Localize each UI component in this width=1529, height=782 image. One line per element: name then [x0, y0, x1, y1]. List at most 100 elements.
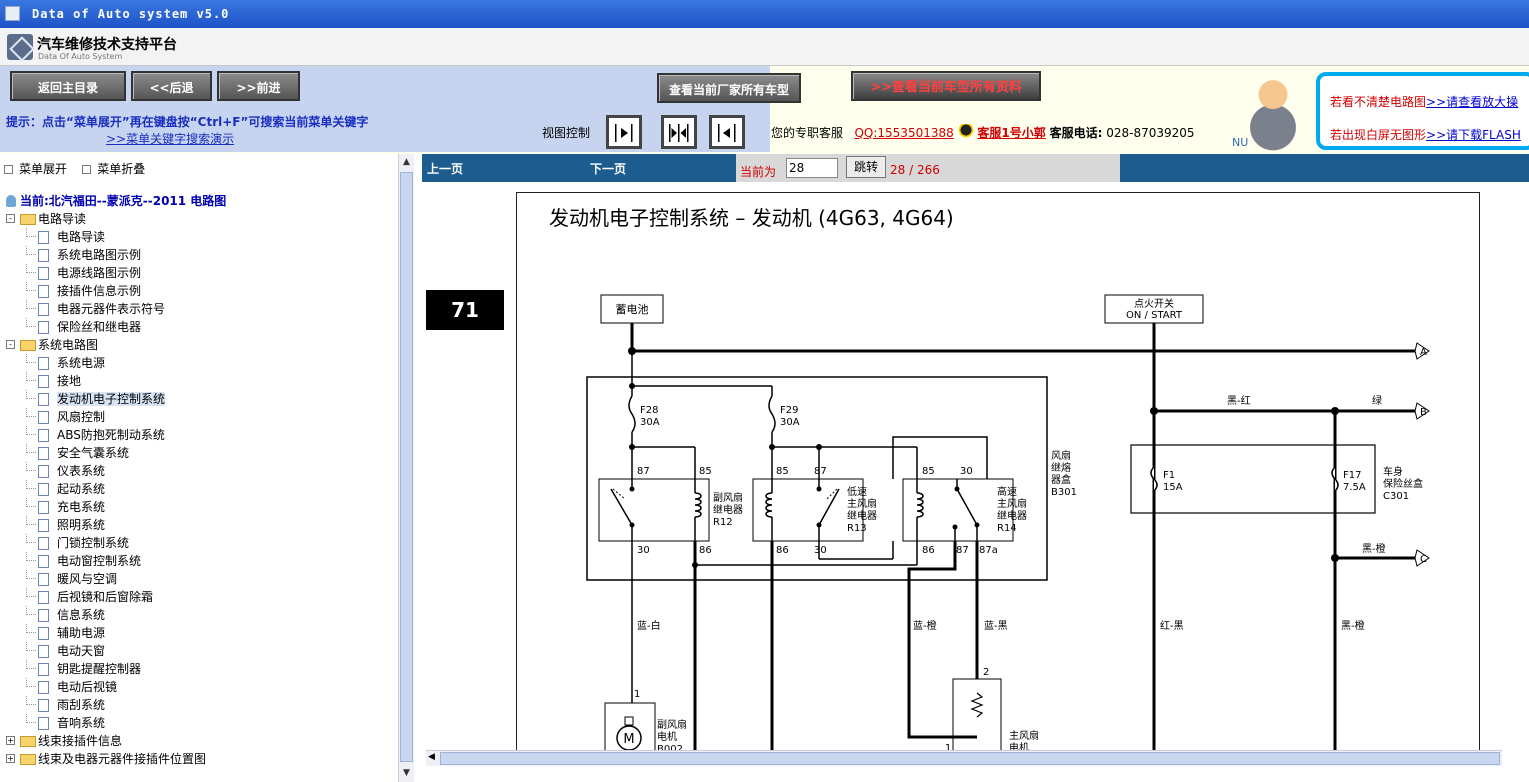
tree-line — [26, 372, 36, 381]
menu-item[interactable]: 信息系统 — [4, 606, 396, 624]
home-button[interactable]: 返回主目录 — [10, 71, 126, 101]
menu-item[interactable]: 仪表系统 — [4, 462, 396, 480]
menu-item[interactable]: 发动机电子控制系统 — [4, 390, 396, 408]
scroll-down-icon[interactable]: ▼ — [401, 768, 412, 779]
menu-item[interactable]: 充电系统 — [4, 498, 396, 516]
service-agent-link[interactable]: 客服1号小郭 — [977, 126, 1045, 140]
document-icon — [38, 717, 49, 730]
tree-line — [26, 246, 36, 255]
expand-right-view-button[interactable] — [606, 115, 642, 149]
fuse-f17-symbol — [1331, 466, 1339, 492]
service-prefix: 您的专职客服 — [771, 126, 844, 140]
tree-line — [26, 660, 36, 669]
menu-item[interactable]: ABS防抱死制动系统 — [4, 426, 396, 444]
menu-expand-label: 菜单展开 — [19, 162, 68, 176]
menu-collapse-button[interactable]: 菜单折叠 — [82, 162, 145, 176]
flash-download-link[interactable]: >>请下载FLASH — [1426, 128, 1521, 142]
maker-models-button[interactable]: 查看当前厂家所有车型 — [657, 73, 801, 103]
menu-folder[interactable]: - 电路导读 — [4, 210, 396, 228]
page-jump-button[interactable]: 跳转 — [846, 156, 886, 178]
menu-item-label: ABS防抱死制动系统 — [57, 428, 165, 442]
menu-item[interactable]: 接地 — [4, 372, 396, 390]
page-number-input[interactable] — [786, 158, 838, 178]
menu-item-label: 雨刮系统 — [57, 698, 106, 712]
wire-blue-orange-label: 蓝-橙 — [913, 619, 937, 632]
brand-subtitle: Data Of Auto System — [38, 52, 123, 61]
menu-item-label: 电路导读 — [57, 230, 106, 244]
f1-rating: 15A — [1163, 482, 1183, 493]
tree-toggle-icon[interactable]: + — [6, 754, 15, 763]
r13-label-2: 主风扇 — [847, 497, 877, 510]
diagram-scrollbar[interactable]: ◀ — [426, 750, 1502, 766]
wiring-diagram-svg: 发动机电子控制系统 – 发动机 (4G63, 4G64) 蓄电池 点火开关 ON… — [549, 206, 1430, 751]
menu-tree: 当前:北汽福田--蒙派克--2011 电路图 - 电路导读 电路导读 系统电路图示例电… — [4, 192, 396, 768]
menu-item[interactable]: 电动窗控制系统 — [4, 552, 396, 570]
menu-item[interactable]: 门锁控制系统 — [4, 534, 396, 552]
search-demo-link[interactable]: >>菜单关键字搜索演示 — [106, 130, 234, 147]
next-page-link[interactable]: 下一页 — [590, 160, 626, 177]
diagram-scroll-thumb[interactable] — [440, 752, 1500, 765]
menu-scrollbar[interactable]: ▲ ▼ — [398, 154, 414, 782]
split-view-button[interactable] — [661, 115, 697, 149]
menu-item-label: 音响系统 — [57, 716, 106, 730]
tree-line — [26, 408, 36, 417]
prev-page-link[interactable]: 上一页 — [427, 160, 463, 177]
menu-folder-label: 线束及电器元器件接插件位置图 — [38, 752, 207, 766]
aux-motor-pin-1: 1 — [634, 689, 640, 700]
menu-item[interactable]: 音响系统 — [4, 714, 396, 732]
document-icon — [38, 375, 49, 388]
menu-item[interactable]: 风扇控制 — [4, 408, 396, 426]
fuse-f28-symbol — [628, 395, 636, 433]
menu-scroll-thumb[interactable] — [400, 172, 413, 762]
menu-item[interactable]: 钥匙提醒控制器 — [4, 660, 396, 678]
menu-item-label: 电动天窗 — [57, 644, 106, 658]
menu-item[interactable]: 系统电路图示例 — [4, 246, 396, 264]
menu-expand-button[interactable]: 菜单展开 — [4, 162, 67, 176]
document-icon — [38, 411, 49, 424]
menu-folder[interactable]: - 系统电路图 — [4, 336, 396, 354]
model-data-button[interactable]: >>查看当前车型所有资料 — [851, 71, 1041, 101]
r12-pin-87: 87 — [637, 466, 650, 477]
f29-name: F29 — [780, 405, 798, 416]
scroll-left-icon[interactable]: ◀ — [428, 752, 435, 762]
forward-button[interactable]: >>前进 — [217, 71, 300, 101]
fan-box-label-4: B301 — [1051, 487, 1077, 498]
back-button[interactable]: <<后退 — [131, 71, 212, 101]
zoom-hint-text: 若看不清楚电路图 — [1330, 95, 1427, 109]
menu-item[interactable]: 辅助电源 — [4, 624, 396, 642]
menu-item[interactable]: 接插件信息示例 — [4, 282, 396, 300]
tree-toggle-icon[interactable]: - — [6, 214, 15, 223]
wire-red-black-label: 红-黑 — [1160, 619, 1184, 632]
zoom-help-link[interactable]: >>请查看放大操 — [1426, 95, 1518, 109]
r14-label-4: R14 — [997, 523, 1017, 534]
menu-item[interactable]: 后视镜和后窗除霜 — [4, 588, 396, 606]
menu-item[interactable]: 电源线路图示例 — [4, 264, 396, 282]
menu-item[interactable]: 电路导读 — [4, 228, 396, 246]
menu-item[interactable]: 系统电源 — [4, 354, 396, 372]
scroll-up-icon[interactable]: ▲ — [401, 157, 412, 168]
document-icon — [38, 285, 49, 298]
tree-toggle-icon[interactable]: - — [6, 340, 15, 349]
help-banner: 若看不清楚电路图>>请查看放大操 若出现白屏无图形>>请下载FLASH — [1316, 72, 1529, 150]
menu-item[interactable]: 保险丝和继电器 — [4, 318, 396, 336]
menu-item[interactable]: 电器元器件表示符号 — [4, 300, 396, 318]
expand-left-view-button[interactable] — [709, 115, 745, 149]
menu-folder[interactable]: + 线束接插件信息 — [4, 732, 396, 750]
menu-item[interactable]: 雨刮系统 — [4, 696, 396, 714]
menu-item[interactable]: 暖风与空调 — [4, 570, 396, 588]
menu-item[interactable]: 电动天窗 — [4, 642, 396, 660]
tree-toggle-icon[interactable]: + — [6, 736, 15, 745]
flash-hint-text: 若出现白屏无图形 — [1330, 128, 1427, 142]
menu-folder[interactable]: + 线束及电器元器件接插件位置图 — [4, 750, 396, 768]
menu-item[interactable]: 照明系统 — [4, 516, 396, 534]
menu-item-label: 接插件信息示例 — [57, 284, 142, 298]
menu-item-label: 系统电源 — [57, 356, 106, 370]
folder-icon — [20, 214, 36, 225]
f29-rating: 30A — [780, 417, 800, 428]
body-box-label-1: 车身 — [1383, 465, 1403, 478]
menu-item[interactable]: 电动后视镜 — [4, 678, 396, 696]
service-qq-link[interactable]: QQ:1553501388 — [854, 126, 953, 140]
menu-item[interactable]: 安全气囊系统 — [4, 444, 396, 462]
search-hint: 提示：点击“菜单展开”再在键盘按“Ctrl+F”可搜索当前菜单关键字 — [6, 115, 369, 129]
menu-item[interactable]: 起动系统 — [4, 480, 396, 498]
